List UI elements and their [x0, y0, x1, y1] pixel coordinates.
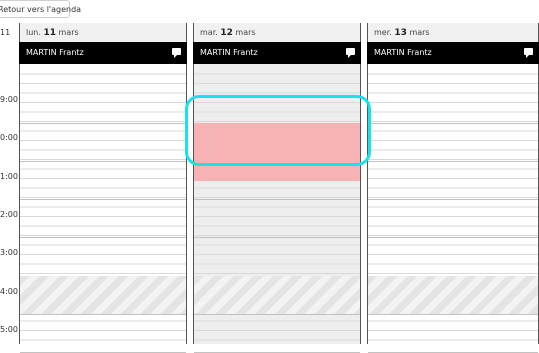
day-number: 11 — [43, 28, 56, 38]
time-label: 1:00 — [0, 172, 18, 181]
resource-name: MARTIN Frantz — [200, 48, 258, 57]
back-to-agenda-button[interactable]: Retour vers l'agenda — [0, 0, 81, 18]
day-number: 13 — [394, 28, 407, 38]
chat-bubble-icon[interactable] — [524, 48, 533, 58]
chat-bubble-icon[interactable] — [172, 48, 181, 58]
day-header: mar. 12 mars — [194, 23, 360, 42]
day-prefix: lun. — [26, 28, 41, 37]
selection-highlight — [185, 95, 371, 166]
day-month: mars — [58, 28, 79, 37]
day-prefix: mar. — [200, 28, 218, 37]
day-month: mars — [409, 28, 430, 37]
time-label: 4:00 — [0, 287, 18, 296]
resource-name: MARTIN Frantz — [26, 48, 84, 57]
day-column-monday[interactable]: lun. 11 mars MARTIN Frantz — [19, 23, 187, 353]
day-prefix: mer. — [374, 28, 392, 37]
unavailable-slot — [368, 276, 538, 314]
resource-header: MARTIN Frantz — [19, 42, 187, 64]
resource-header: MARTIN Frantz — [193, 42, 361, 64]
week-number: 11 — [0, 28, 11, 37]
resource-header: MARTIN Frantz — [367, 42, 539, 64]
day-number: 12 — [220, 28, 233, 38]
time-label: 5:00 — [0, 325, 18, 334]
chat-bubble-icon[interactable] — [346, 48, 355, 58]
time-label: 9:00 — [0, 95, 18, 104]
resource-name: MARTIN Frantz — [374, 48, 432, 57]
time-label: 0:00 — [0, 133, 18, 142]
time-label: 3:00 — [0, 248, 18, 257]
day-column-tuesday[interactable]: mar. 12 mars MARTIN Frantz — [193, 23, 361, 353]
time-label: 2:00 — [0, 210, 18, 219]
day-header: lun. 11 mars — [20, 23, 186, 42]
unavailable-slot — [20, 276, 186, 314]
day-month: mars — [235, 28, 256, 37]
day-header: mer. 13 mars — [368, 23, 538, 42]
unavailable-slot — [194, 276, 360, 314]
day-column-wednesday[interactable]: mer. 13 mars MARTIN Frantz — [367, 23, 539, 353]
